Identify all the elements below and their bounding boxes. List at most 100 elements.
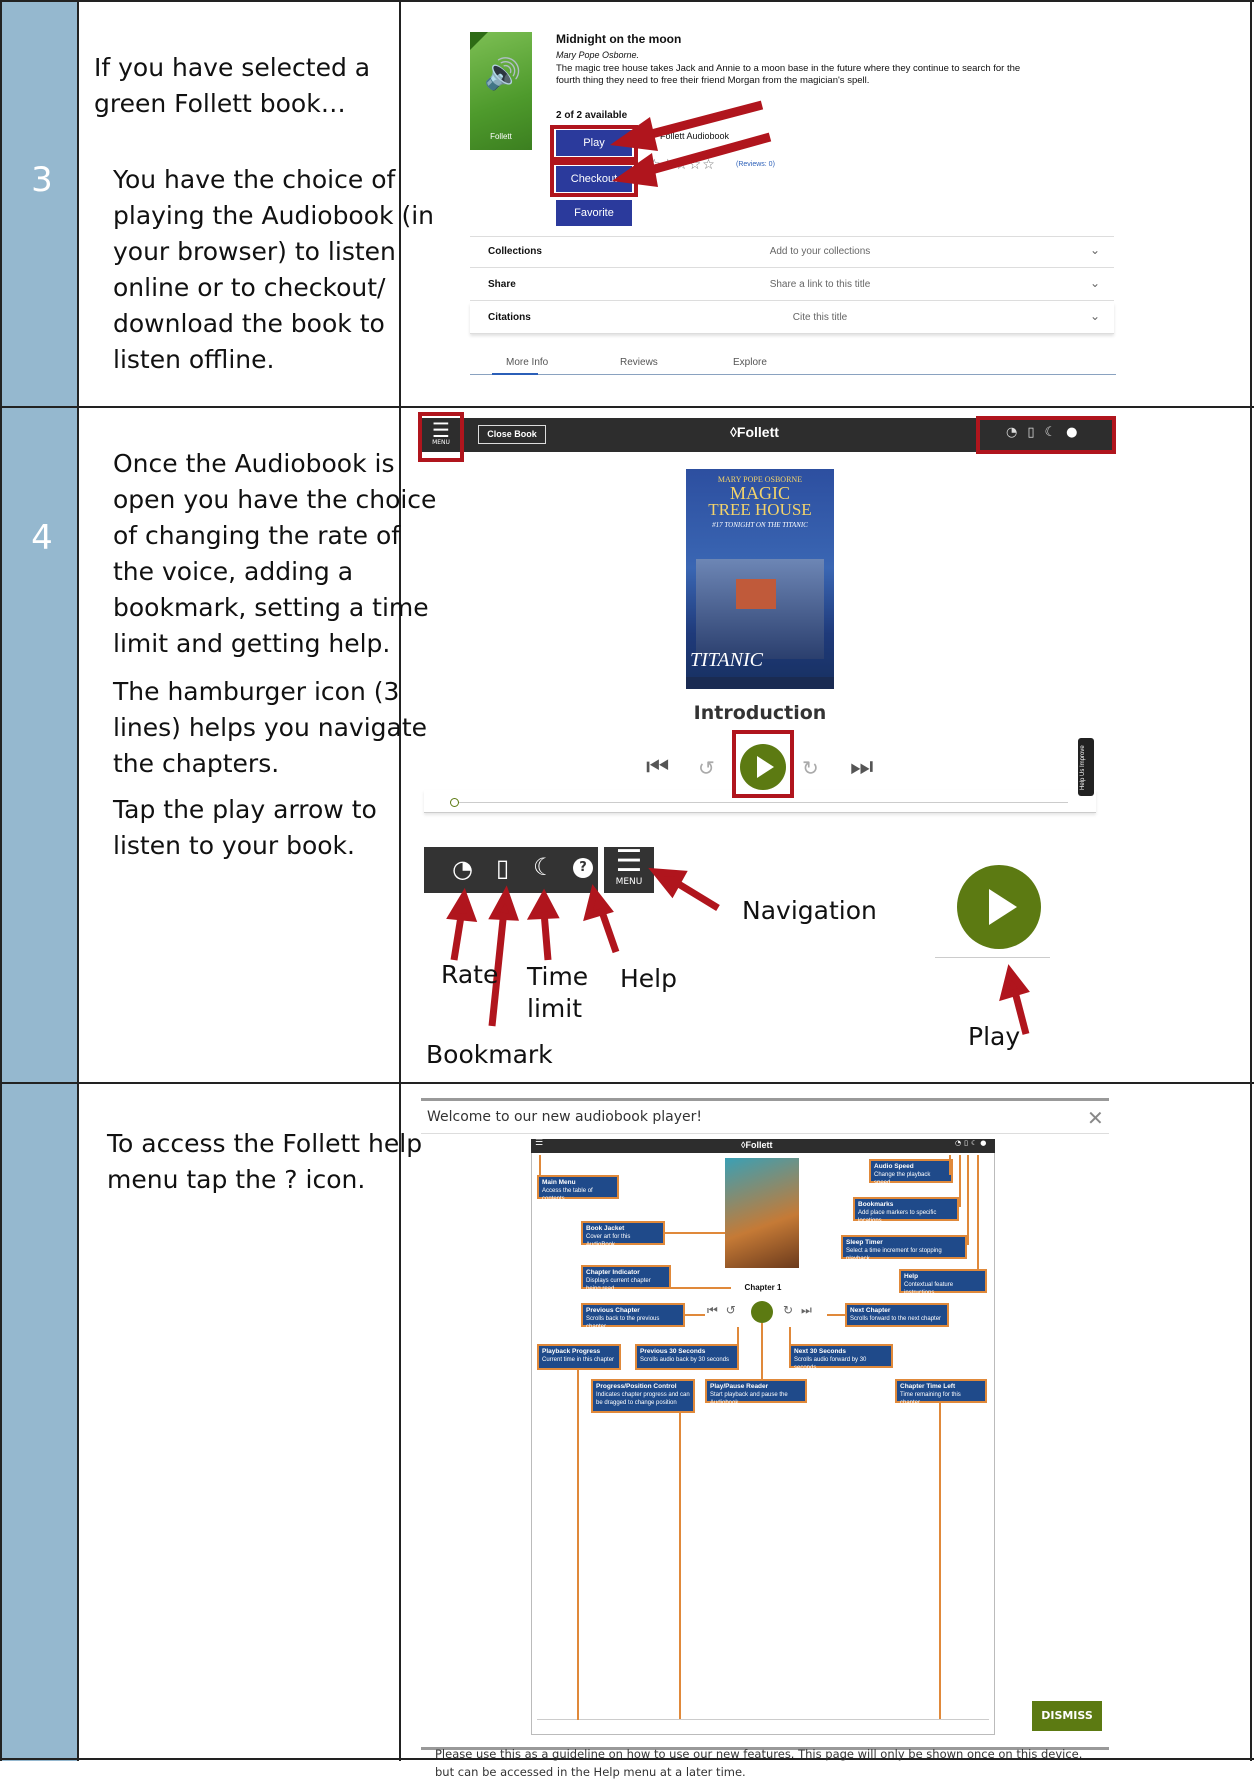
dialog-title: Welcome to our new audiobook player! <box>427 1109 703 1125</box>
diagram-box-chapter-indicator: Chapter Indicator Displays current chapte… <box>581 1265 671 1292</box>
table-border-left <box>0 0 2 1761</box>
diagram-box-next-chapter: Next Chapter Scrolls forward to the next … <box>845 1303 949 1327</box>
connector <box>737 1327 739 1345</box>
menu-highlight <box>418 412 464 462</box>
connector <box>949 1155 951 1175</box>
chevron-down-icon: ⌄ <box>1089 309 1100 323</box>
diagram-box-play-pause: Play/Pause Reader Start playback and paus… <box>705 1379 807 1406</box>
toolbar-icons: ◔▯☾● <box>955 1139 990 1147</box>
step-help-text: To access the Follett help menu tap the ?… <box>107 1129 423 1194</box>
label-limit: limit <box>527 994 582 1023</box>
follett-logo: ◊Follett <box>730 424 779 440</box>
table-border-top <box>0 0 1254 2</box>
diagram-box-playback-progress: Playback Progress Current time in this ch… <box>537 1344 621 1370</box>
diagram-box-audio-speed: Audio Speed Change the playback speed <box>869 1159 953 1186</box>
label-rate: Rate <box>441 960 499 989</box>
next-chapter-icon[interactable]: ⏭ <box>850 752 873 783</box>
legend-arrows <box>446 867 1030 1035</box>
tabs-underline <box>470 374 1116 375</box>
dialog-title-divider <box>421 1133 1109 1134</box>
chevron-down-icon: ⌄ <box>1089 276 1100 290</box>
label-play: Play <box>968 1022 1021 1051</box>
diagram-box-chapter-time-left: Chapter Time Left Time remaining for this… <box>895 1379 987 1406</box>
chevron-down-icon: ⌄ <box>1089 243 1100 257</box>
step-number: 3 <box>31 160 53 200</box>
accordion-share[interactable]: Share Share a link to this title ⌄ <box>470 270 1114 301</box>
close-book-button[interactable]: Close Book <box>478 425 546 444</box>
book-description: The magic tree house takes Jack and Anni… <box>556 63 1021 86</box>
forward-30-icon[interactable]: ↻ <box>802 756 819 780</box>
diagram-box-book-jacket: Book Jacket Cover art for this AudioBook <box>581 1221 665 1248</box>
speaker-icon: 🔊 <box>484 57 522 92</box>
follett-logo: ◊Follett <box>741 1140 773 1150</box>
connector <box>665 1232 725 1234</box>
tab-more-info[interactable]: More Info <box>506 357 548 368</box>
diagram-play-button <box>751 1301 773 1323</box>
label-navigation: Navigation <box>742 896 877 925</box>
annotation-arrows-row3 <box>610 100 772 187</box>
connector <box>939 1403 941 1719</box>
book-cover: 🔊 Follett <box>470 32 532 150</box>
accordion-citations[interactable]: Citations Cite this title ⌄ <box>470 303 1114 334</box>
diagram-controls-right: ↻⏭ <box>783 1303 820 1317</box>
step-instructions-text: You have the choice of playing the Audiob… <box>113 165 434 374</box>
favorite-button[interactable]: Favorite <box>556 200 632 226</box>
connector <box>539 1155 541 1175</box>
progress-track[interactable] <box>424 790 1096 813</box>
diagram-box-previous-chapter: Previous Chapter Scrolls back to the prev… <box>581 1303 685 1330</box>
previous-chapter-icon[interactable]: ⏮ <box>646 752 669 783</box>
connector <box>679 1413 681 1719</box>
diagram-controls: ⏮↺ <box>707 1303 744 1317</box>
toolbar-icons-highlight <box>976 416 1116 454</box>
connector <box>959 1155 961 1207</box>
chapter-title: Introduction <box>693 702 827 724</box>
label-bookmark: Bookmark <box>426 1040 553 1069</box>
close-icon[interactable]: ✕ <box>1087 1106 1104 1130</box>
connector <box>671 1287 731 1289</box>
audiobook-cover: MARY POPE OSBORNE MAGIC TREE HOUSE #17 T… <box>686 469 834 689</box>
table-border-right <box>1250 0 1252 1761</box>
column-divider-1 <box>77 0 79 1761</box>
accordion-collections[interactable]: Collections Add to your collections ⌄ <box>470 237 1114 268</box>
progress-handle[interactable] <box>450 798 459 807</box>
diagram-progress-line <box>537 1719 989 1720</box>
label-help: Help <box>620 964 677 993</box>
play-highlight <box>732 730 794 798</box>
connector <box>761 1323 763 1379</box>
diagram-top-bar: ☰ ◊Follett ◔▯☾● <box>531 1138 995 1153</box>
tab-reviews[interactable]: Reviews <box>620 357 658 368</box>
book-author: Mary Pope Osborne. <box>556 50 640 60</box>
connector <box>827 1314 845 1316</box>
label-time: Time <box>527 962 589 991</box>
diagram-box-main-menu: Main Menu Access the table of contents <box>537 1175 619 1202</box>
hamburger-icon: ☰ <box>535 1138 544 1148</box>
diamond-icon: ◊ <box>730 424 737 440</box>
dialog-footer-text: Please use this as a guideline on how to… <box>435 1747 1083 1779</box>
step-intro-text: Once the Audiobook is open you have the c… <box>113 449 437 658</box>
book-title: Midnight on the moon <box>556 32 682 46</box>
active-tab-indicator <box>492 373 538 375</box>
connector <box>789 1327 791 1345</box>
step-number-column <box>0 0 78 1761</box>
diagram-box-progress-control: Progress/Position Control Indicates chapt… <box>591 1379 695 1413</box>
help-dialog: Welcome to our new audiobook player! ✕ ☰… <box>421 1098 1109 1779</box>
cover-label: Follett <box>490 132 512 141</box>
step-intro-text: If you have selected a green Follett book… <box>94 53 371 118</box>
connector <box>977 1155 979 1269</box>
diagram-box-help: Help Contextual feature instructions <box>899 1269 987 1296</box>
tab-explore[interactable]: Explore <box>733 357 767 368</box>
diagram-box-next-30: Next 30 Seconds Scrolls audio forward by … <box>789 1344 893 1371</box>
dismiss-button[interactable]: DISMISS <box>1032 1701 1102 1731</box>
step-number: 4 <box>31 518 53 558</box>
diagram-book-cover <box>725 1158 799 1268</box>
rewind-30-icon[interactable]: ↺ <box>698 756 715 780</box>
feedback-side-tab[interactable]: Help Us Improve <box>1078 738 1094 796</box>
diagram-chapter-label: Chapter 1 <box>744 1283 782 1292</box>
row-divider-2 <box>0 1082 1254 1084</box>
row-divider-1 <box>0 406 1254 408</box>
connector <box>577 1370 579 1720</box>
diagram-box-sleep-timer: Sleep Timer Select a time increment for s… <box>841 1235 967 1262</box>
step-play-text: Tap the play arrow to listen to your book… <box>113 795 377 860</box>
connector <box>967 1155 969 1245</box>
step-navigation-text: The hamburger icon (3 lines) helps you na… <box>113 677 428 778</box>
